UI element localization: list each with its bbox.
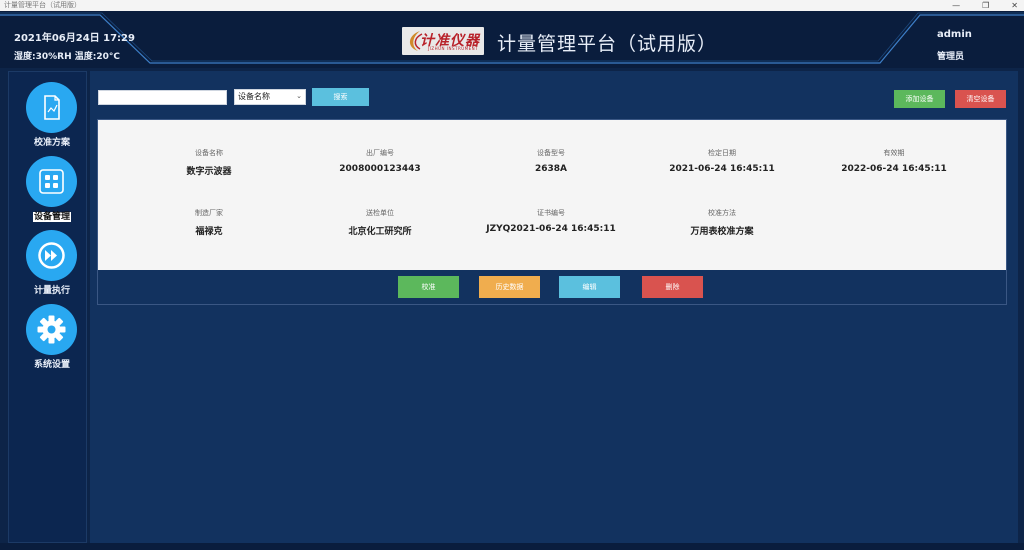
datetime-display: 2021年06月24日 17:29 [14, 33, 135, 44]
field-submitting-unit: 送检单位 北京化工研究所 [295, 208, 465, 237]
field-value: 数字示波器 [186, 167, 232, 177]
sidebar-item-system-settings[interactable]: 系统设置 [9, 304, 88, 378]
maximize-icon[interactable]: ❐ [982, 0, 989, 11]
user-role: 管理员 [937, 52, 965, 62]
page-title: 计量管理平台（试用版） [497, 33, 718, 55]
field-label: 出厂编号 [366, 149, 394, 157]
field-valid-until: 有效期 2022-06-24 16:45:11 [809, 148, 979, 174]
grid-icon [26, 156, 77, 207]
calibrate-button[interactable]: 校准 [398, 276, 459, 298]
fast-forward-icon [26, 230, 77, 281]
field-value: 2021-06-24 16:45:11 [669, 164, 775, 174]
field-value: 2008000123443 [339, 164, 421, 174]
field-value: 万用表校准方案 [690, 227, 754, 237]
field-label: 设备型号 [537, 149, 565, 157]
field-label: 制造厂家 [195, 209, 223, 217]
window-title: 计量管理平台（试用版） [4, 1, 81, 9]
field-value: 福禄克 [195, 227, 223, 237]
device-panel: 设备名称 数字示波器 出厂编号 2008000123443 设备型号 2638A… [97, 119, 1007, 305]
field-device-name: 设备名称 数字示波器 [124, 148, 294, 177]
field-label: 送检单位 [366, 209, 394, 217]
environment-display: 湿度:30%RH 温度:20°C [14, 52, 120, 62]
field-label: 有效期 [883, 149, 905, 157]
sidebar-item-label: 设备管理 [32, 212, 71, 222]
field-label: 校准方法 [708, 209, 736, 217]
sidebar-item-label: 系统设置 [33, 360, 70, 370]
field-value: JZYQ2021-06-24 16:45:11 [486, 224, 616, 234]
os-title-bar: 计量管理平台（试用版） — ❐ ✕ [0, 0, 1024, 11]
window-controls: — ❐ ✕ [952, 0, 1018, 11]
field-label: 证书编号 [537, 209, 565, 217]
bottom-strip [0, 543, 1024, 550]
close-icon[interactable]: ✕ [1011, 0, 1018, 11]
sidebar-item-calibration-plan[interactable]: 校准方案 [9, 82, 88, 156]
field-model: 设备型号 2638A [466, 148, 636, 174]
search-field-select[interactable]: 设备名称 ⌄ [234, 89, 306, 105]
clear-devices-button[interactable]: 清空设备 [955, 90, 1006, 108]
device-detail-card[interactable]: 设备名称 数字示波器 出厂编号 2008000123443 设备型号 2638A… [98, 120, 1006, 270]
user-name: admin [937, 29, 972, 40]
field-manufacturer: 制造厂家 福禄克 [124, 208, 294, 237]
add-device-button[interactable]: 添加设备 [894, 90, 945, 108]
brand-logo: 计准仪器 JIZHUN INSTRUMENT [402, 27, 484, 55]
calibration-doc-icon [26, 82, 77, 133]
search-button[interactable]: 搜索 [312, 88, 369, 106]
search-input[interactable] [98, 90, 227, 105]
app-header: 2021年06月24日 17:29 湿度:30%RH 温度:20°C 计准仪器 … [0, 11, 1024, 68]
field-serial-number: 出厂编号 2008000123443 [295, 148, 465, 174]
chevron-down-icon: ⌄ [296, 92, 302, 100]
sidebar: 校准方案 设备管理 计量执行 系统设置 [8, 71, 87, 543]
field-verification-date: 检定日期 2021-06-24 16:45:11 [637, 148, 807, 174]
minimize-icon[interactable]: — [952, 0, 960, 11]
search-field-select-value: 设备名称 [238, 92, 270, 101]
history-data-button[interactable]: 历史数据 [479, 276, 540, 298]
field-label: 设备名称 [195, 149, 223, 157]
sidebar-item-metering-execution[interactable]: 计量执行 [9, 230, 88, 304]
edit-button[interactable]: 编辑 [559, 276, 620, 298]
field-value: 2022-06-24 16:45:11 [841, 164, 947, 174]
field-label: 检定日期 [708, 149, 736, 157]
sidebar-item-device-management[interactable]: 设备管理 [9, 156, 88, 230]
logo-subtext: JIZHUN INSTRUMENT [428, 46, 479, 51]
field-value: 北京化工研究所 [348, 227, 412, 237]
sidebar-item-label: 校准方案 [33, 138, 70, 148]
sidebar-item-label: 计量执行 [33, 286, 70, 296]
delete-button[interactable]: 删除 [642, 276, 703, 298]
gear-icon [26, 304, 77, 355]
field-calibration-method: 校准方法 万用表校准方案 [637, 208, 807, 237]
field-value: 2638A [534, 164, 567, 174]
field-certificate-number: 证书编号 JZYQ2021-06-24 16:45:11 [466, 208, 636, 234]
